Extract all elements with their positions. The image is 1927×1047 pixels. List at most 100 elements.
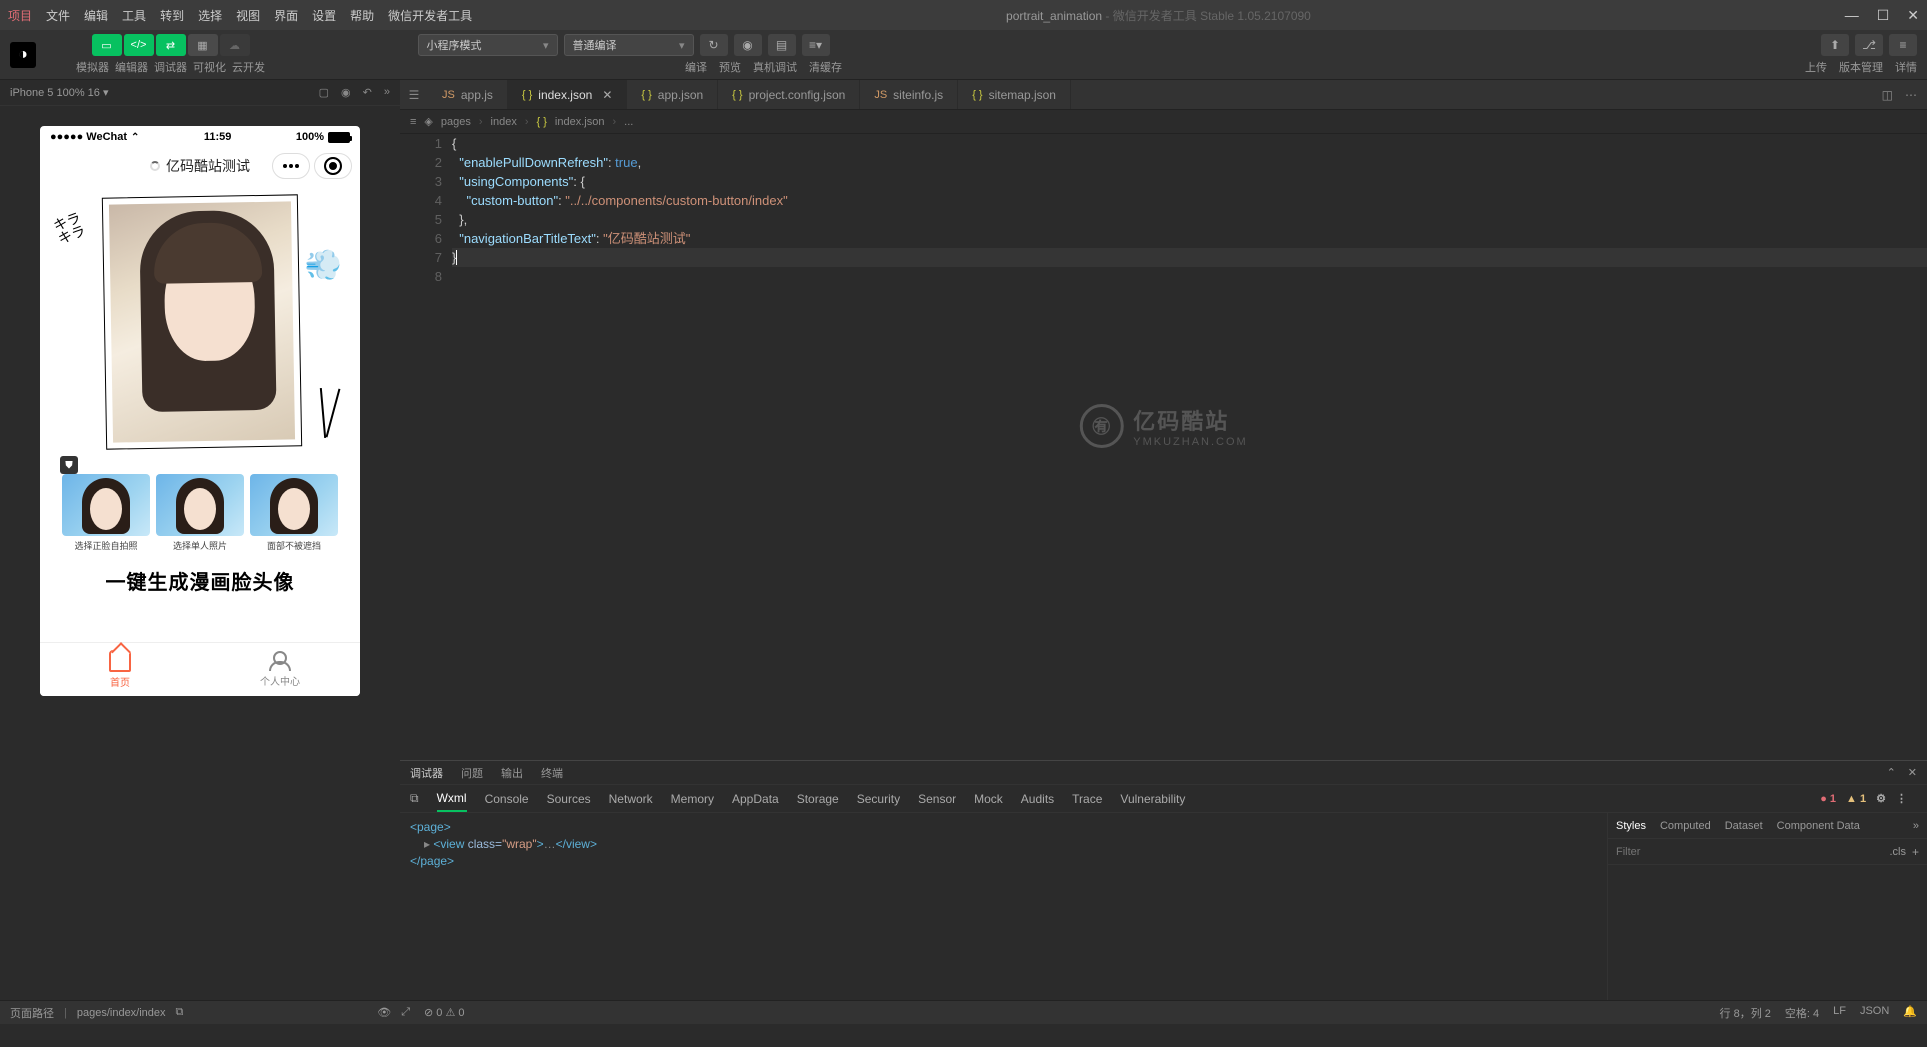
menu-item[interactable]: 设置 xyxy=(312,7,336,24)
styles-tab[interactable]: Styles xyxy=(1616,820,1646,832)
devtools-subtab[interactable]: Sources xyxy=(547,792,591,806)
tab-file[interactable]: { }sitemap.json xyxy=(958,80,1071,109)
devtools-tab[interactable]: 调试器 xyxy=(410,765,443,781)
cursor-position[interactable]: 行 8，列 2 xyxy=(1720,1005,1771,1021)
upload-button[interactable]: ⬆ xyxy=(1821,34,1849,56)
simulator-toggle[interactable]: ▭ xyxy=(92,34,122,56)
tab-file[interactable]: { }index.json✕ xyxy=(508,80,628,109)
menu-item[interactable]: 微信开发者工具 xyxy=(388,7,472,24)
menu-item[interactable]: 文件 xyxy=(46,7,70,24)
menu-item[interactable]: 界面 xyxy=(274,7,298,24)
cloud-toggle[interactable]: ☁ xyxy=(220,34,250,56)
version-button[interactable]: ⎇ xyxy=(1855,34,1883,56)
devtools-subtab[interactable]: Security xyxy=(857,792,900,806)
menu-item[interactable]: 项目 xyxy=(8,7,32,24)
devtools-subtab[interactable]: AppData xyxy=(732,792,779,806)
component-data-tab[interactable]: Component Data xyxy=(1777,820,1860,832)
sim-record-icon[interactable]: ◉ xyxy=(341,86,351,99)
cls-toggle[interactable]: .cls xyxy=(1889,846,1906,858)
gear-icon[interactable]: ⚙ xyxy=(1876,792,1886,805)
devtools-tab[interactable]: 输出 xyxy=(501,765,523,781)
close-icon[interactable]: ✕ xyxy=(1908,766,1917,779)
devtools-subtab[interactable]: Trace xyxy=(1072,792,1102,806)
devtools-subtab[interactable]: Mock xyxy=(974,792,1003,806)
menu-item[interactable]: 编辑 xyxy=(84,7,108,24)
detail-button[interactable]: ≡ xyxy=(1889,34,1917,56)
menu-item[interactable]: 工具 xyxy=(122,7,146,24)
devtools-subtab[interactable]: Network xyxy=(609,792,653,806)
preview-button[interactable]: ◉ xyxy=(734,34,762,56)
copy-icon[interactable]: ⧉ xyxy=(176,1006,184,1019)
breadcrumb[interactable]: ≡ ◈ pages› index› { } index.json› ... xyxy=(400,110,1927,134)
menu-item[interactable]: 帮助 xyxy=(350,7,374,24)
list-icon[interactable]: ≡ xyxy=(410,116,416,128)
debugger-toggle[interactable]: ⇄ xyxy=(156,34,186,56)
bell-icon[interactable]: 🔔 xyxy=(1903,1005,1917,1021)
visual-toggle[interactable]: ▦ xyxy=(188,34,218,56)
close-button[interactable]: ✕ xyxy=(1907,7,1919,24)
wxml-tree[interactable]: <page> ▸ <view class="wrap">…</view> </p… xyxy=(400,813,1607,1000)
devtools-subtab[interactable]: Vulnerability xyxy=(1120,792,1185,806)
menu-item[interactable]: 选择 xyxy=(198,7,222,24)
eol-indicator[interactable]: LF xyxy=(1833,1005,1846,1021)
warning-badge[interactable]: ▲ 1 xyxy=(1846,793,1866,805)
devtools-subtab[interactable]: Console xyxy=(485,792,529,806)
collapse-icon[interactable]: ⌃ xyxy=(1887,766,1896,779)
devtools-subtab[interactable]: Sensor xyxy=(918,792,956,806)
more-icon[interactable]: ⋮ xyxy=(1896,792,1907,805)
dataset-tab[interactable]: Dataset xyxy=(1725,820,1763,832)
computed-tab[interactable]: Computed xyxy=(1660,820,1711,832)
capsule-menu-button[interactable] xyxy=(272,153,310,179)
expand-icon[interactable]: ⤢ xyxy=(401,1006,410,1019)
editor-toggle[interactable]: </> xyxy=(124,34,154,56)
devtools-tab[interactable]: 终端 xyxy=(541,765,563,781)
error-badge[interactable]: ● 1 xyxy=(1820,793,1836,805)
menu-item[interactable]: 视图 xyxy=(236,7,260,24)
devtools-subtab[interactable]: Memory xyxy=(671,792,714,806)
maximize-button[interactable]: ☐ xyxy=(1877,7,1890,24)
window-controls: — ☐ ✕ xyxy=(1845,7,1919,24)
tab-file[interactable]: JSsiteinfo.js xyxy=(860,80,958,109)
capsule-close-button[interactable] xyxy=(314,153,352,179)
explorer-icon[interactable]: ☰ xyxy=(400,80,428,109)
sim-rotate-icon[interactable]: ↶ xyxy=(363,86,372,99)
error-count[interactable]: ⊘ 0 ⚠ 0 xyxy=(424,1006,465,1019)
tab-file[interactable]: JSapp.js xyxy=(428,80,508,109)
mode-dropdown[interactable]: 小程序模式▾ xyxy=(418,34,558,56)
sim-screenshot-icon[interactable]: ▢ xyxy=(319,86,329,99)
device-selector[interactable]: iPhone 5 100% 16 ▾ xyxy=(10,86,109,99)
tab-home[interactable]: 首页 xyxy=(40,643,200,696)
devtools-subtab[interactable]: Audits xyxy=(1021,792,1054,806)
code-editor[interactable]: 12345678 { "enablePullDownRefresh": true… xyxy=(400,134,1927,760)
tab-file[interactable]: { }project.config.json xyxy=(718,80,860,109)
inspect-icon[interactable]: ⧉ xyxy=(410,791,419,806)
devtools-subtab[interactable]: Wxml xyxy=(437,791,467,812)
minimize-button[interactable]: — xyxy=(1845,7,1859,24)
thumb-item[interactable]: 01.✕选择正脸自拍照 xyxy=(62,474,150,552)
close-icon[interactable]: ✕ xyxy=(602,88,612,102)
page-path[interactable]: pages/index/index xyxy=(77,1007,166,1019)
menu-item[interactable]: 转到 xyxy=(160,7,184,24)
language-mode[interactable]: JSON xyxy=(1860,1005,1889,1021)
mini-program-tabbar: 首页 个人中心 xyxy=(40,642,360,696)
compile-dropdown[interactable]: 普通编译▾ xyxy=(564,34,694,56)
more-icon[interactable]: ⋯ xyxy=(1905,88,1917,102)
indentation[interactable]: 空格: 4 xyxy=(1785,1005,1819,1021)
tab-file[interactable]: { }app.json xyxy=(627,80,718,109)
remote-debug-button[interactable]: ▤ xyxy=(768,34,796,56)
bookmark-icon[interactable]: ◈ xyxy=(424,115,432,128)
add-class-button[interactable]: + xyxy=(1912,845,1919,859)
phone-preview[interactable]: ●●●●● WeChat⌃ 11:59 100% 亿码酷站测试 キラ キラ xyxy=(40,126,360,696)
devtools-subtab[interactable]: Storage xyxy=(797,792,839,806)
thumb-item[interactable]: 02.✕选择单人照片 xyxy=(156,474,244,552)
sim-more-icon[interactable]: » xyxy=(384,86,390,99)
more-icon[interactable]: » xyxy=(1913,820,1919,832)
clear-cache-button[interactable]: ≡▾ xyxy=(802,34,830,56)
eye-icon[interactable]: 👁 xyxy=(377,1006,391,1019)
compile-button[interactable]: ↻ xyxy=(700,34,728,56)
styles-filter-input[interactable] xyxy=(1616,846,1889,858)
devtools-tab[interactable]: 问题 xyxy=(461,765,483,781)
split-editor-icon[interactable]: ◫ xyxy=(1882,88,1893,102)
thumb-item[interactable]: 03.✕面部不被遮挡 xyxy=(250,474,338,552)
tab-profile[interactable]: 个人中心 xyxy=(200,643,360,696)
